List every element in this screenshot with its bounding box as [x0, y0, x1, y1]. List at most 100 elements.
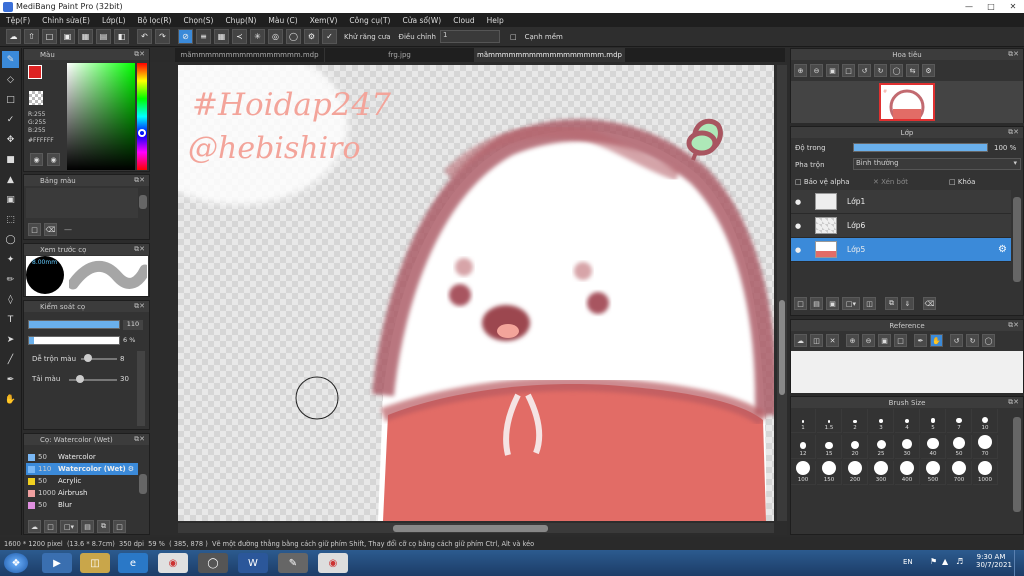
gradient-tool-icon[interactable]: ▣	[2, 191, 19, 208]
navigator-settings-icon[interactable]: ⚙	[922, 64, 935, 77]
panel-expand-icon[interactable]: ⧉✕	[134, 176, 145, 185]
brush-size-slider[interactable]	[28, 320, 120, 329]
duplicate-brush-icon[interactable]: ⧉	[97, 520, 110, 533]
hue-slider[interactable]	[137, 63, 147, 170]
flip-icon[interactable]: ⇆	[906, 64, 919, 77]
brush-size-option[interactable]: 100	[791, 461, 816, 485]
undo-icon[interactable]: ↶	[137, 29, 152, 44]
foreground-color-swatch[interactable]	[28, 65, 42, 79]
parallel-snap-icon[interactable]: ≡	[196, 29, 211, 44]
zoom-out-icon[interactable]: ⊖	[810, 64, 823, 77]
menu-capture[interactable]: Chụp(N)	[219, 16, 262, 25]
eraser-tool-icon[interactable]: ◇	[2, 71, 19, 88]
fit-icon[interactable]: ▣	[826, 64, 839, 77]
brush-size-option[interactable]: 7	[947, 409, 972, 433]
tab-document-2[interactable]: frg.jpg	[325, 48, 475, 62]
add-8bit-layer-icon[interactable]: ▣	[826, 297, 839, 310]
panel-expand-icon[interactable]: ⧉✕	[134, 302, 145, 311]
panel-expand-icon[interactable]: ⧉✕	[134, 50, 145, 59]
save-icon[interactable]: ▣	[60, 29, 75, 44]
horizontal-scrollbar[interactable]	[178, 523, 774, 533]
file-explorer-icon[interactable]: ◫	[80, 553, 110, 573]
line-tool-icon[interactable]: ✓	[2, 111, 19, 128]
paint-icon[interactable]: ✎	[278, 553, 308, 573]
lock-checkbox[interactable]: □ Khóa	[949, 178, 975, 186]
panel-expand-icon[interactable]: ⧉✕	[134, 435, 145, 444]
reference-eyedropper-icon[interactable]: ✒	[914, 334, 927, 347]
chrome-icon[interactable]: ◉	[158, 553, 188, 573]
add-brush-icon[interactable]: □	[44, 520, 57, 533]
select-pen-tool-icon[interactable]: ✏	[2, 271, 19, 288]
divide-tool-icon[interactable]: ╱	[2, 351, 19, 368]
transparent-color-swatch[interactable]	[29, 91, 43, 105]
brush-opacity-value[interactable]: 6 %	[123, 336, 135, 344]
close-reference-icon[interactable]: ✕	[826, 334, 839, 347]
document-icon[interactable]: ▤	[96, 29, 111, 44]
delete-layer-icon[interactable]: ⌫	[923, 297, 936, 310]
menu-view[interactable]: Xem(V)	[304, 16, 344, 25]
brush-menu-icon[interactable]: □▾	[60, 520, 78, 533]
move-tool-icon[interactable]: ✥	[2, 131, 19, 148]
add-layer-icon[interactable]: □	[794, 297, 807, 310]
redo-icon[interactable]: ↷	[155, 29, 170, 44]
soft-edge-checkbox[interactable]: □	[510, 33, 517, 41]
brush-item-blur[interactable]: 50 Blur	[26, 499, 138, 511]
concentric-snap-icon[interactable]: ◎	[268, 29, 283, 44]
brush-size-option[interactable]: 12	[791, 435, 816, 459]
blend-slider-handle[interactable]	[84, 354, 92, 362]
reference-actual-icon[interactable]: □	[894, 334, 907, 347]
protect-alpha-checkbox[interactable]: □ Bảo vệ alpha	[795, 178, 850, 186]
brush-item-watercolor[interactable]: 50 Watercolor	[26, 451, 138, 463]
internet-explorer-icon[interactable]: e	[118, 553, 148, 573]
menu-layer[interactable]: Lớp(L)	[96, 16, 132, 25]
menu-tools[interactable]: Công cụ(T)	[343, 16, 396, 25]
tab-document-1[interactable]: mãmmmmmmmmmmmmmmmm.mdp	[175, 48, 325, 62]
brush-size-option[interactable]: 150	[817, 461, 842, 485]
menu-window[interactable]: Cửa sổ(W)	[396, 16, 447, 25]
text-tool-icon[interactable]: T	[2, 311, 19, 328]
brush-size-option[interactable]: 10	[973, 409, 998, 433]
brush-size-option[interactable]: 1	[791, 409, 816, 433]
comment-icon[interactable]: □	[42, 29, 57, 44]
panel-expand-icon[interactable]: ⧉✕	[1008, 128, 1019, 137]
menu-edit[interactable]: Chỉnh sửa(E)	[36, 16, 96, 25]
saturation-value-picker[interactable]	[67, 63, 135, 170]
layer-row-lop6[interactable]: ● Lớp6	[791, 214, 1011, 238]
show-desktop-button[interactable]	[1014, 550, 1024, 576]
brush-item-watercolor-wet[interactable]: 110 Watercolor (Wet) ⚙	[26, 463, 138, 475]
maximize-button[interactable]: □	[980, 0, 1002, 12]
color-history-icon[interactable]: ◉	[47, 153, 60, 166]
operation-tool-icon[interactable]: ➤	[2, 331, 19, 348]
network-icon[interactable]: ▲	[942, 557, 948, 566]
brush-size-option[interactable]: 1000	[973, 461, 998, 485]
reference-rotate-left-icon[interactable]: ↺	[950, 334, 963, 347]
flag-icon[interactable]: ⚑	[930, 557, 937, 566]
cloud-reference-icon[interactable]: ☁	[794, 334, 807, 347]
add-halftone-layer-icon[interactable]: ▤	[810, 297, 823, 310]
menu-file[interactable]: Tệp(F)	[0, 16, 36, 25]
reference-zoom-in-icon[interactable]: ⊕	[846, 334, 859, 347]
brush-size-option[interactable]: 300	[869, 461, 894, 485]
select-tool-icon[interactable]: ⬚	[2, 211, 19, 228]
brush-item-airbrush[interactable]: 1000 Airbrush	[26, 487, 138, 499]
language-indicator[interactable]: EN	[903, 558, 913, 566]
brush-size-value[interactable]: 110	[123, 320, 143, 330]
cloud-icon[interactable]: ☁	[6, 29, 21, 44]
merge-layer-icon[interactable]: ⇓	[901, 297, 914, 310]
reference-reset-icon[interactable]: ◯	[982, 334, 995, 347]
upload-icon[interactable]: ⇧	[24, 29, 39, 44]
brush-control-scrollbar[interactable]	[137, 351, 145, 426]
reference-fit-icon[interactable]: ▣	[878, 334, 891, 347]
magic-wand-tool-icon[interactable]: ✦	[2, 251, 19, 268]
menu-filter[interactable]: Bộ lọc(R)	[132, 16, 178, 25]
antialias-checkbox[interactable]: ✓	[322, 29, 337, 44]
correction-select[interactable]: 1	[440, 30, 500, 43]
palette-scrollbar[interactable]	[139, 195, 147, 209]
color-wheel-icon[interactable]: ◉	[30, 153, 43, 166]
brush-opacity-slider[interactable]	[28, 336, 120, 345]
select-eraser-tool-icon[interactable]: ◊	[2, 291, 19, 308]
rotate-left-icon[interactable]: ↺	[858, 64, 871, 77]
brush-item-acrylic[interactable]: 50 Acrylic	[26, 475, 138, 487]
clipping-checkbox[interactable]: ✕ Xén bớt	[873, 178, 908, 186]
brush-size-option[interactable]: 15	[817, 435, 842, 459]
